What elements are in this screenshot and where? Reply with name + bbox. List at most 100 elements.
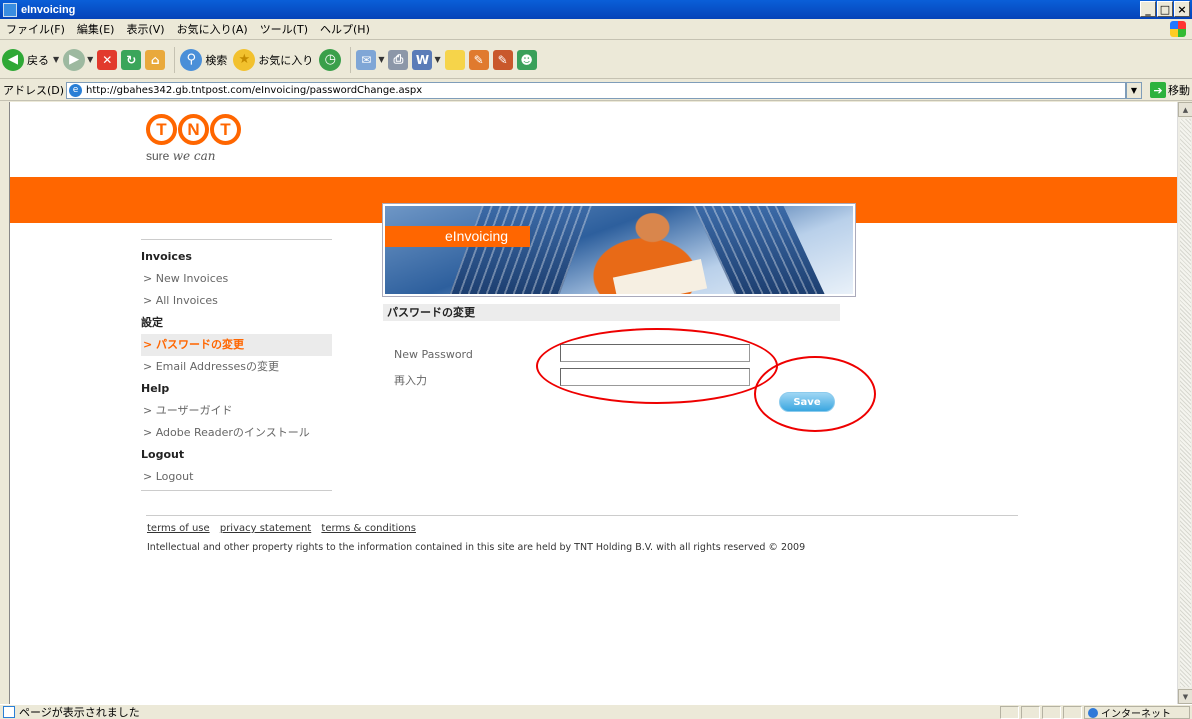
page-done-icon: [3, 706, 15, 718]
sidebar-divider: [141, 490, 332, 491]
terms-of-use-link[interactable]: terms of use: [147, 523, 210, 534]
ie-page-icon: e: [69, 84, 82, 97]
tagline-script: we can: [172, 149, 216, 163]
favorites-button[interactable]: ★ お気に入り: [233, 48, 315, 71]
ie-page-icon: [3, 2, 17, 17]
scroll-track[interactable]: [1180, 119, 1191, 687]
copyright-text: Intellectual and other property rights t…: [147, 542, 806, 553]
menu-bar: ファイル(F) 編集(E) 表示(V) お気に入り(A) ツール(T) ヘルプ(…: [0, 19, 1192, 40]
page-viewport: T N T sure we can eInvoicing Invoices > …: [9, 102, 1177, 704]
print-icon: ⎙: [388, 49, 409, 70]
annotation-circle-inputs: [536, 328, 778, 404]
go-label: 移動: [1168, 84, 1190, 97]
menu-file[interactable]: ファイル(F): [6, 21, 65, 37]
address-url: http://gbahes342.gb.tntpost.com/eInvoici…: [86, 85, 423, 96]
maximize-button[interactable]: □: [1157, 1, 1173, 17]
menu-view[interactable]: 表示(V): [126, 21, 164, 37]
logo-tagline: sure we can: [146, 149, 241, 163]
browser-toolbar: ◀ 戻る ▼ ▶ ▼ ✕ ↻ ⌂ ⚲ 検索 ★ お気に入り ◷ ✉ ▼ ⎙ W …: [0, 41, 1192, 79]
go-arrow-icon: ➔: [1150, 82, 1166, 98]
tnt-logo: T N T sure we can: [146, 114, 241, 163]
sidebar-item-password-change[interactable]: > パスワードの変更: [141, 334, 332, 356]
zone-label: インターネット: [1101, 709, 1171, 719]
messenger-button[interactable]: ✎: [468, 49, 489, 70]
stop-icon: ✕: [97, 49, 118, 70]
stop-button[interactable]: ✕: [97, 49, 118, 70]
note-icon: [444, 49, 465, 70]
forward-arrow-icon: ▶: [63, 48, 86, 71]
window-titlebar: eInvoicing _ □ ×: [0, 0, 1192, 19]
sidebar-item-adobe-reader[interactable]: > Adobe Readerのインストール: [141, 422, 332, 444]
close-button[interactable]: ×: [1174, 1, 1190, 17]
back-button[interactable]: ◀ 戻る ▼: [2, 48, 59, 71]
menu-help[interactable]: ヘルプ(H): [320, 21, 370, 37]
history-button[interactable]: ◷: [319, 48, 342, 71]
privacy-statement-link[interactable]: privacy statement: [220, 523, 311, 534]
go-button[interactable]: ➔ 移動: [1150, 82, 1190, 98]
sidebar-nav: Invoices > New Invoices > All Invoices 設…: [141, 239, 332, 491]
search-icon: ⚲: [180, 48, 203, 71]
refresh-icon: ↻: [121, 49, 142, 70]
menu-favorites[interactable]: お気に入り(A): [177, 21, 248, 37]
back-arrow-icon: ◀: [2, 48, 24, 71]
globe-icon: [1088, 707, 1098, 718]
menu-tools[interactable]: ツール(T): [260, 21, 308, 37]
mail-dropdown-icon[interactable]: ▼: [378, 55, 384, 64]
address-dropdown-icon[interactable]: ▼: [1126, 82, 1142, 99]
windows-flag-icon: [1170, 21, 1186, 37]
edit-dropdown-icon[interactable]: ▼: [434, 55, 440, 64]
back-dropdown-icon[interactable]: ▼: [53, 55, 59, 64]
tagline-plain: sure: [146, 149, 173, 163]
forward-button[interactable]: ▶ ▼: [63, 48, 93, 71]
hero-label: eInvoicing: [385, 226, 530, 247]
menu-edit[interactable]: 編集(E): [77, 21, 115, 37]
edit-button[interactable]: W ▼: [412, 49, 441, 70]
window-title: eInvoicing: [21, 3, 76, 16]
print-button[interactable]: ⎙: [388, 49, 409, 70]
history-icon: ◷: [319, 48, 342, 71]
new-password-input[interactable]: [560, 344, 750, 362]
save-button[interactable]: Save: [779, 392, 835, 412]
minimize-button[interactable]: _: [1140, 1, 1156, 17]
scroll-down-icon[interactable]: ▼: [1178, 689, 1192, 704]
address-input[interactable]: e http://gbahes342.gb.tntpost.com/eInvoi…: [66, 82, 1126, 99]
search-button[interactable]: ⚲ 検索: [180, 48, 229, 71]
sidebar-divider: [141, 239, 332, 240]
status-pane: [1042, 706, 1061, 719]
discuss-icon: ✎: [492, 49, 513, 70]
footer-links: terms of use privacy statement terms & c…: [147, 523, 423, 534]
address-label: アドレス(D): [3, 84, 65, 97]
terms-conditions-link[interactable]: terms & conditions: [321, 523, 416, 534]
search-label: 検索: [205, 53, 228, 67]
new-password-label: New Password: [394, 348, 473, 361]
toolbar-separator: [350, 46, 352, 73]
sidebar-item-email-change[interactable]: > Email Addressesの変更: [141, 356, 332, 378]
logo-letter: T: [146, 114, 177, 145]
logo-letter: T: [210, 114, 241, 145]
refresh-button[interactable]: ↻: [121, 49, 142, 70]
mail-button[interactable]: ✉ ▼: [356, 49, 384, 70]
forward-dropdown-icon[interactable]: ▼: [87, 55, 93, 64]
notes-button[interactable]: [444, 49, 465, 70]
vertical-scrollbar[interactable]: ▲ ▼: [1177, 102, 1192, 704]
status-bar: ページが表示されました インターネット: [0, 704, 1192, 719]
address-bar: アドレス(D) e http://gbahes342.gb.tntpost.co…: [0, 80, 1192, 101]
home-button[interactable]: ⌂: [145, 49, 166, 70]
messenger-icon: ☻: [516, 49, 537, 70]
sidebar-heading-settings: 設定: [141, 316, 163, 329]
hero-banner: eInvoicing: [382, 203, 856, 297]
favorites-star-icon: ★: [233, 48, 256, 71]
messenger2-button[interactable]: ✎: [492, 49, 513, 70]
form-title: パスワードの変更: [383, 304, 840, 321]
scroll-up-icon[interactable]: ▲: [1178, 102, 1192, 117]
status-text: ページが表示されました: [19, 706, 140, 719]
sidebar-item-user-guide[interactable]: > ユーザーガイド: [141, 400, 332, 422]
sidebar-item-new-invoices[interactable]: > New Invoices: [141, 268, 332, 290]
msn-button[interactable]: ☻: [516, 49, 537, 70]
sidebar-item-logout[interactable]: > Logout: [141, 466, 332, 488]
edit-word-icon: W: [412, 49, 433, 70]
sidebar-item-all-invoices[interactable]: > All Invoices: [141, 290, 332, 312]
hero-building: [448, 206, 592, 294]
confirm-password-input[interactable]: [560, 368, 750, 386]
logo-letter: N: [178, 114, 209, 145]
